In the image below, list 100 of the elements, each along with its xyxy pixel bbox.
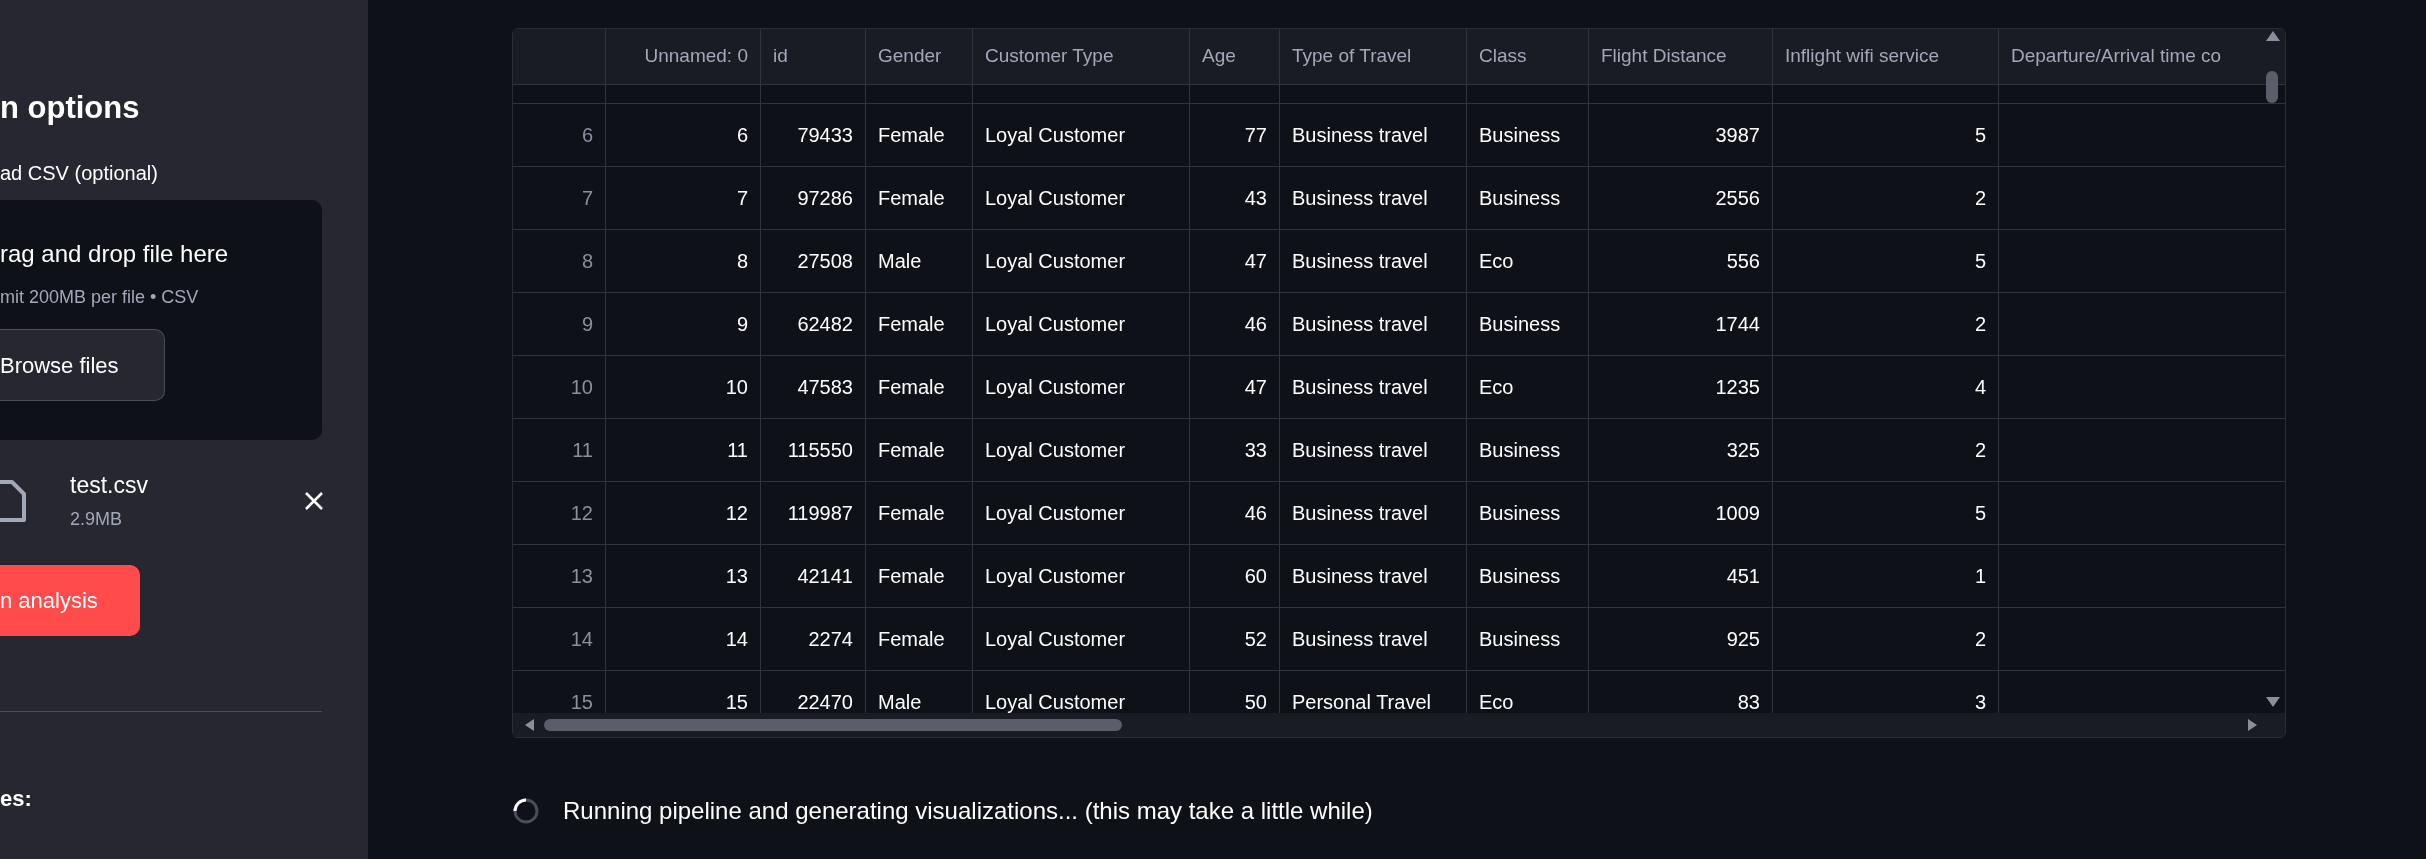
sidebar-heading: n options — [0, 89, 141, 127]
table-cell-text: Business — [1479, 501, 1561, 526]
table-cell-text: Female — [878, 375, 945, 400]
column-header[interactable]: Customer Type — [985, 42, 1114, 71]
table-cell-text: 8 — [736, 249, 748, 274]
table-cell-text: Male — [878, 690, 922, 715]
table-cell-text: 556 — [1726, 249, 1760, 274]
table-cell-text: Female — [878, 312, 945, 337]
table-cell-text: 1235 — [1715, 375, 1760, 400]
table-cell-text: Business travel — [1292, 627, 1428, 652]
table-cell-text: 2 — [1974, 186, 1986, 211]
table-cell-text: 83 — [1737, 690, 1760, 715]
table-cell-text: 50 — [1244, 690, 1267, 715]
status-message: Running pipeline and generating visualizations... (this may take a little while) — [563, 796, 1373, 826]
table-cell-text: 2274 — [808, 627, 853, 652]
column-header[interactable]: Gender — [878, 42, 942, 71]
table-cell-text: 47 — [1244, 375, 1267, 400]
table-cell-text: 5 — [1974, 123, 1986, 148]
table-cell-text: Loyal Customer — [985, 375, 1126, 400]
table-cell-text: 1744 — [1715, 312, 1760, 337]
table-cell-text: 47 — [1244, 249, 1267, 274]
table-cell-text: Business — [1479, 438, 1561, 463]
file-size: 2.9MB — [70, 507, 124, 531]
table-cell-text: 60 — [1244, 564, 1267, 589]
column-header[interactable]: Class — [1479, 42, 1527, 71]
table-cell-text: 27508 — [797, 249, 853, 274]
table-cell-text: 6 — [736, 123, 748, 148]
row-index: 7 — [581, 186, 593, 211]
table-cell-text: Business travel — [1292, 564, 1428, 589]
dropzone-hint: mit 200MB per file • CSV — [0, 286, 199, 309]
file-icon — [0, 479, 26, 523]
column-header[interactable]: Unnamed: 0 — [644, 42, 748, 71]
dropzone[interactable]: rag and drop file here mit 200MB per file • CSV Browse files — [0, 200, 322, 440]
table-cell-text: 2 — [1974, 438, 1986, 463]
table-cell-text: Business — [1479, 627, 1561, 652]
table-cell-text: 3 — [1974, 690, 1986, 715]
table-cell-text: Female — [878, 123, 945, 148]
scroll-up-icon[interactable] — [2266, 31, 2280, 41]
table-cell-text: Female — [878, 501, 945, 526]
spinner-icon — [512, 797, 540, 825]
table-cell-text: Male — [878, 249, 922, 274]
table-cell-text: Loyal Customer — [985, 564, 1126, 589]
column-header[interactable]: id — [773, 42, 788, 71]
table-cell-text: Loyal Customer — [985, 186, 1126, 211]
horizontal-scrollbar[interactable] — [513, 713, 2285, 737]
table-cell-text: Business travel — [1292, 438, 1428, 463]
column-header[interactable]: Type of Travel — [1292, 42, 1412, 71]
table-cell-text: Business travel — [1292, 249, 1428, 274]
table-cell-text: Business travel — [1292, 312, 1428, 337]
table-cell-text: 77 — [1244, 123, 1267, 148]
table-cell-text: 10 — [725, 375, 748, 400]
scroll-down-icon[interactable] — [2266, 697, 2280, 707]
file-name: test.csv — [70, 470, 149, 500]
table-cell-text: 3987 — [1715, 123, 1760, 148]
row-index: 13 — [570, 564, 593, 589]
table-cell-text: Business travel — [1292, 375, 1428, 400]
row-index: 11 — [572, 438, 593, 463]
row-index: 9 — [581, 312, 593, 337]
table-cell-text: Business travel — [1292, 123, 1428, 148]
table-cell-text: Business — [1479, 312, 1561, 337]
table-cell-text: 1 — [1974, 564, 1986, 589]
close-icon[interactable] — [304, 491, 324, 511]
table-cell-text: 1009 — [1715, 501, 1760, 526]
table-cell-text: Loyal Customer — [985, 312, 1126, 337]
table-cell-text: 47583 — [797, 375, 853, 400]
column-header[interactable]: Age — [1202, 42, 1236, 71]
table-cell-text: 43 — [1244, 186, 1267, 211]
table-cell-text: 119987 — [787, 501, 853, 526]
table-cell-text: Loyal Customer — [985, 627, 1126, 652]
table-cell-text: 2 — [1974, 312, 1986, 337]
table-cell-text: 5 — [1974, 249, 1986, 274]
table-cell-text: 79433 — [797, 123, 853, 148]
column-header[interactable]: Flight Distance — [1601, 42, 1727, 71]
table-cell-text: 4 — [1974, 375, 1986, 400]
table-cell-text: Female — [878, 438, 945, 463]
browse-files-button[interactable]: Browse files — [0, 329, 165, 401]
vertical-scrollbar-thumb[interactable] — [2266, 71, 2278, 103]
column-header[interactable]: Inflight wifi service — [1785, 42, 1940, 71]
row-index: 15 — [570, 690, 593, 715]
table-cell-text: Business — [1479, 564, 1561, 589]
table-cell-text: 22470 — [797, 690, 853, 715]
table-cell-text: 97286 — [797, 186, 853, 211]
table-cell-text: Eco — [1479, 690, 1514, 715]
table-cell-text: 12 — [725, 501, 748, 526]
upload-label: ad CSV (optional) — [0, 161, 159, 186]
column-header[interactable]: Departure/Arrival time co — [2011, 42, 2222, 71]
table-cell-text: Business — [1479, 186, 1561, 211]
dropzone-title: rag and drop file here — [0, 239, 229, 269]
scrollbar-thumb[interactable] — [544, 719, 1122, 731]
table-cell-text: 13 — [725, 564, 748, 589]
table-cell-text: Eco — [1479, 375, 1514, 400]
table-cell-text: 62482 — [797, 312, 853, 337]
scroll-right-icon[interactable] — [2247, 719, 2257, 731]
row-index: 14 — [570, 627, 593, 652]
table-cell-text: Loyal Customer — [985, 501, 1126, 526]
table-cell-text: 451 — [1726, 564, 1760, 589]
table-cell-text: 5 — [1974, 501, 1986, 526]
table-cell-text: Business travel — [1292, 501, 1428, 526]
scroll-left-icon[interactable] — [525, 719, 535, 731]
table-cell-text: Personal Travel — [1292, 690, 1431, 715]
